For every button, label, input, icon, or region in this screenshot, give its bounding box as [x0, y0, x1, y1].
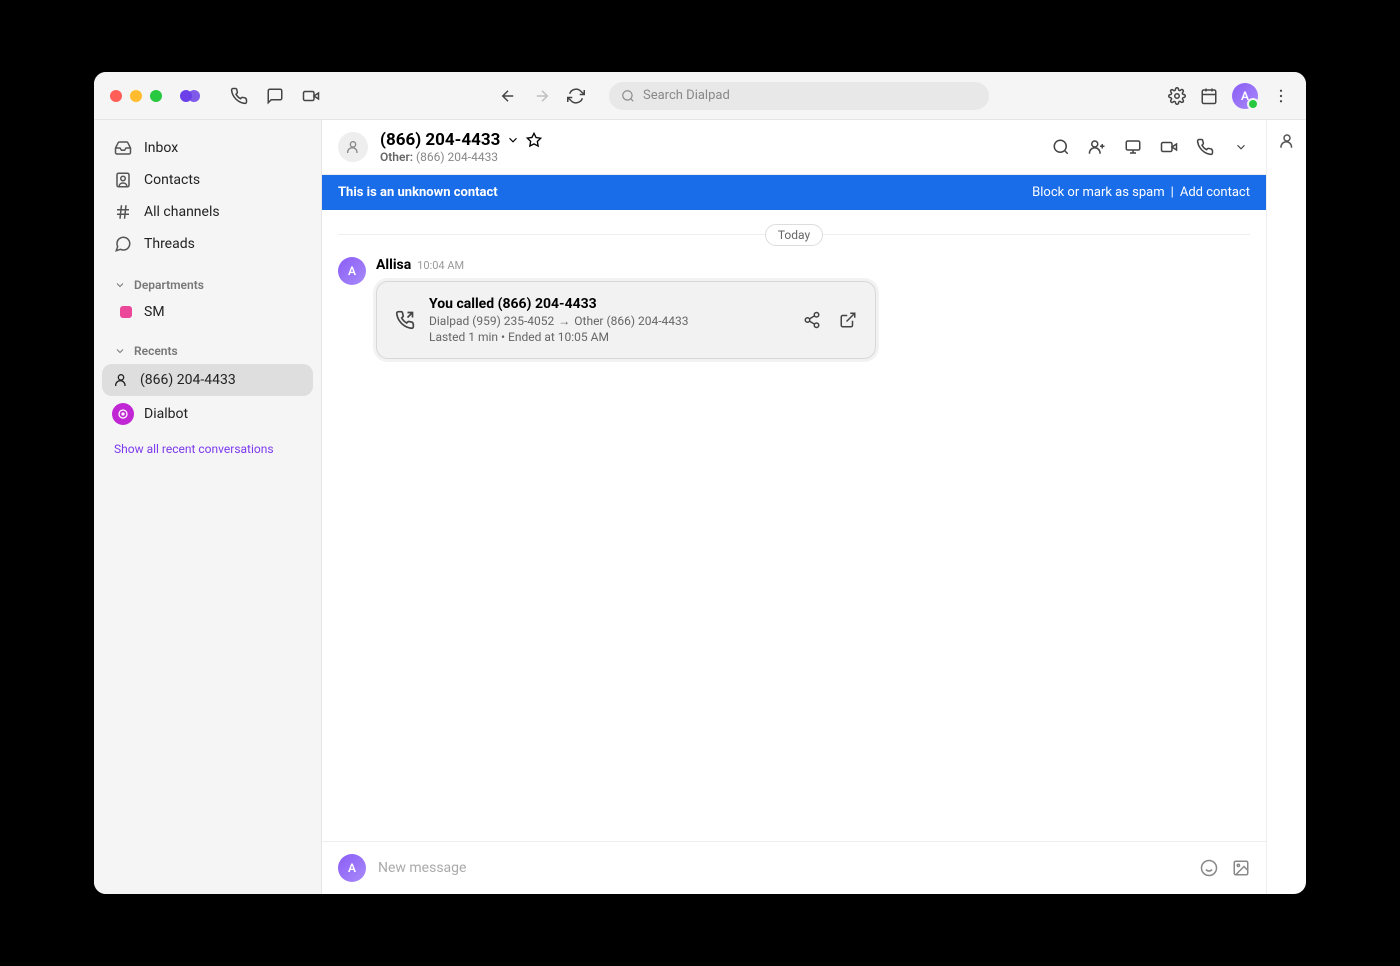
composer-avatar: A: [338, 854, 366, 882]
call-icon[interactable]: [1196, 138, 1214, 156]
phone-icon[interactable]: [230, 87, 248, 105]
chevron-down-icon: [506, 133, 520, 147]
star-icon[interactable]: [526, 132, 542, 148]
sidebar-item-contacts[interactable]: Contacts: [102, 164, 313, 196]
image-icon[interactable]: [1232, 859, 1250, 877]
message-row: A Allisa 10:04 AM You called (866) 204-4…: [338, 257, 1250, 359]
sidebar: Inbox Contacts All channels Threads Depa…: [94, 120, 322, 894]
message-author: Allisa: [376, 257, 411, 273]
dept-color-swatch: [120, 306, 132, 318]
contact-avatar-icon: [338, 132, 368, 162]
composer: A: [322, 841, 1266, 894]
call-dropdown-icon[interactable]: [1232, 138, 1250, 156]
dept-item-sm[interactable]: SM: [102, 298, 313, 326]
call-title: You called (866) 204-4433: [429, 296, 789, 312]
search-bar[interactable]: Search Dialpad: [609, 82, 989, 110]
recent-item-phone[interactable]: (866) 204-4433: [102, 364, 313, 396]
conversation-pane: (866) 204-4433 Other: (866) 204-4433: [322, 120, 1266, 894]
window-zoom[interactable]: [150, 90, 162, 102]
unknown-contact-banner: This is an unknown contact Block or mark…: [322, 175, 1266, 210]
composer-input[interactable]: [378, 860, 1188, 876]
block-spam-link[interactable]: Block or mark as spam: [1032, 185, 1165, 200]
search-placeholder: Search Dialpad: [643, 88, 730, 103]
call-card[interactable]: You called (866) 204-4433 Dialpad (959) …: [376, 281, 876, 359]
video-icon[interactable]: [302, 87, 320, 105]
settings-icon[interactable]: [1168, 87, 1186, 105]
more-icon[interactable]: [1272, 87, 1290, 105]
message-icon[interactable]: [266, 87, 284, 105]
hash-icon: [114, 203, 132, 221]
conversation-subtitle: Other: (866) 204-4433: [380, 150, 542, 164]
threads-icon: [114, 235, 132, 253]
search-icon: [621, 89, 635, 103]
contact-details-icon[interactable]: [1278, 132, 1296, 150]
window-close[interactable]: [110, 90, 122, 102]
sidebar-item-threads[interactable]: Threads: [102, 228, 313, 260]
recent-item-dialbot[interactable]: Dialbot: [102, 396, 313, 432]
message-time: 10:04 AM: [417, 259, 464, 272]
show-all-recents-link[interactable]: Show all recent conversations: [102, 432, 313, 466]
call-route: Dialpad (959) 235-4052 → Other (866) 204…: [429, 314, 789, 328]
forward-icon: [533, 87, 551, 105]
back-icon[interactable]: [499, 87, 517, 105]
sidebar-item-channels[interactable]: All channels: [102, 196, 313, 228]
add-person-icon[interactable]: [1088, 138, 1106, 156]
date-divider: Today: [338, 224, 1250, 243]
message-avatar: A: [338, 257, 366, 285]
calendar-icon[interactable]: [1200, 87, 1218, 105]
dialbot-avatar-icon: [112, 403, 134, 425]
section-recents[interactable]: Recents: [102, 338, 313, 364]
call-meta: Lasted 1 min • Ended at 10:05 AM: [429, 330, 789, 344]
conversation-title[interactable]: (866) 204-4433: [380, 130, 542, 150]
chevron-down-icon: [114, 279, 126, 291]
user-avatar[interactable]: A: [1232, 83, 1258, 109]
app-window: Search Dialpad A Inbox Contacts All chan…: [94, 72, 1306, 894]
video-call-icon[interactable]: [1160, 138, 1178, 156]
sidebar-item-inbox[interactable]: Inbox: [102, 132, 313, 164]
share-icon[interactable]: [803, 311, 821, 329]
search-in-convo-icon[interactable]: [1052, 138, 1070, 156]
person-icon: [112, 371, 130, 389]
message-header: Allisa 10:04 AM: [376, 257, 1250, 273]
titlebar: Search Dialpad A: [94, 72, 1306, 120]
traffic-lights: [110, 90, 162, 102]
right-rail: [1266, 120, 1306, 894]
open-external-icon[interactable]: [839, 311, 857, 329]
chevron-down-icon: [114, 345, 126, 357]
contacts-icon: [114, 171, 132, 189]
inbox-icon: [114, 139, 132, 157]
screenshare-icon[interactable]: [1124, 138, 1142, 156]
section-departments[interactable]: Departments: [102, 272, 313, 298]
refresh-icon[interactable]: [567, 87, 585, 105]
banner-text: This is an unknown contact: [338, 185, 498, 200]
conversation-header: (866) 204-4433 Other: (866) 204-4433: [322, 120, 1266, 175]
messages-area: Today A Allisa 10:04 AM: [322, 210, 1266, 841]
add-contact-link[interactable]: Add contact: [1180, 185, 1250, 200]
app-logo: [178, 84, 202, 108]
emoji-icon[interactable]: [1200, 859, 1218, 877]
window-minimize[interactable]: [130, 90, 142, 102]
outgoing-call-icon: [395, 310, 415, 330]
